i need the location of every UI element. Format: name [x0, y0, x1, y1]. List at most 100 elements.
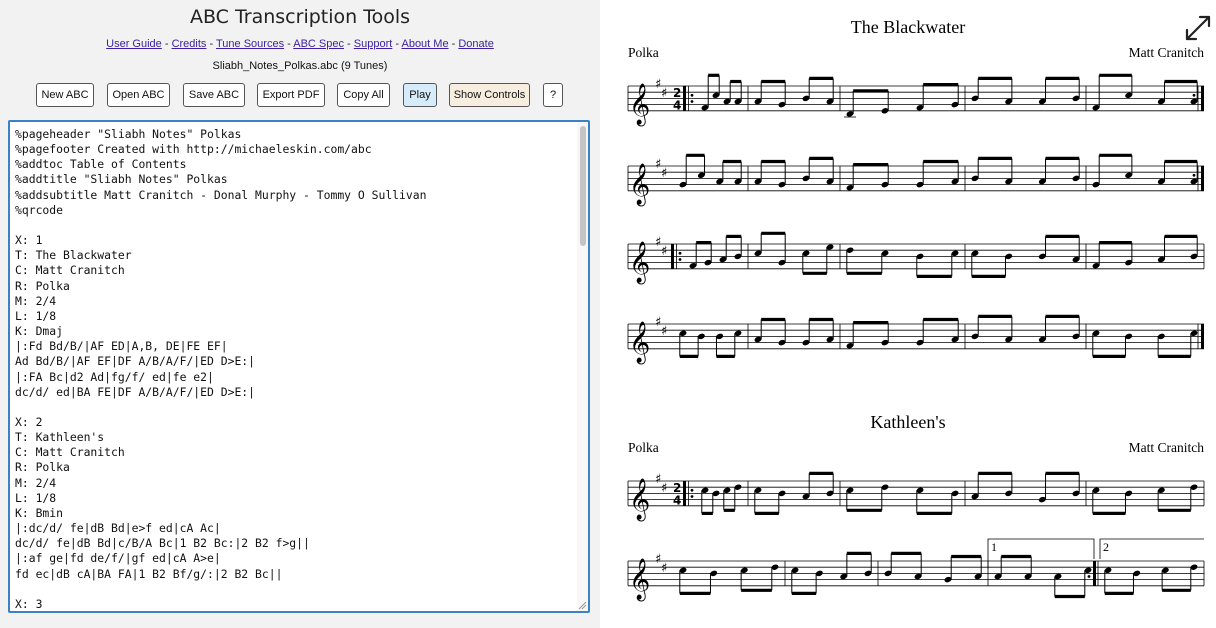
treble-clef-icon: 𝄞: [629, 241, 650, 284]
resize-grip-icon[interactable]: [577, 600, 587, 610]
nav-tune-sources[interactable]: Tune Sources: [216, 38, 284, 50]
editor-line: C: Matt Cranitch: [15, 445, 125, 460]
tune-composer: Matt Cranitch: [1128, 45, 1204, 60]
sharp-icon: ♯: [661, 166, 667, 181]
open-abc-button[interactable]: Open ABC: [107, 83, 170, 107]
treble-clef-icon: 𝄞: [629, 321, 650, 364]
repeat-bar-thick: [1093, 561, 1096, 586]
end-bar-thick: [1201, 324, 1204, 349]
abc-editor-content[interactable]: %pageheader "Sliabh Notes" Polkas %pagefo…: [15, 127, 574, 611]
treble-clef-icon: 𝄞: [629, 83, 650, 126]
score-panel: 𝄞 ♯ ♯ 2 4 𝄞 ♯ ♯ 𝄞 ♯ ♯ 𝄞 ♯ ♯ 𝄞 ♯ ♯ 2 4 𝄞 ♯ ♯ The Blackwater Po…: [600, 0, 1216, 628]
editor-line: %addtitle "Sliabh Notes" Polkas: [15, 172, 228, 187]
nav-user-guide[interactable]: User Guide: [106, 38, 162, 50]
end-bar-thick: [1201, 86, 1204, 111]
sharp-icon: ♯: [661, 561, 667, 576]
nav-links: User Guide - Credits - Tune Sources - AB…: [0, 38, 600, 50]
copy-all-button[interactable]: Copy All: [337, 83, 390, 107]
editor-line: |:dc/d/ fe|dB Bd|e>f ed|cA Ac|: [15, 521, 221, 536]
staff-system: 𝄞 ♯♯: [627, 314, 1204, 364]
app-title: ABC Transcription Tools: [189, 6, 411, 28]
editor-line: M: 2/4: [15, 293, 57, 308]
editor-line: T: Kathleen's: [15, 430, 105, 445]
editor-line: %qrcode: [15, 202, 64, 217]
help-button[interactable]: ?: [543, 83, 563, 107]
editor-line: |:FA Bc|d2 Ad|fg/f/ ed|fe e2|: [15, 369, 214, 384]
tune-title: The Blackwater: [850, 17, 966, 37]
sharp-icon: ♯: [661, 324, 667, 339]
expand-arrows-icon[interactable]: [1182, 12, 1214, 44]
end-bar-thick: [1201, 166, 1204, 191]
editor-panel: ABC Transcription Tools User Guide - Cre…: [0, 0, 600, 628]
repeat-bar-thick: [671, 244, 674, 269]
save-abc-button[interactable]: Save ABC: [183, 83, 245, 107]
editor-line: Ad Bd/B/|AF EF|DF A/B/A/F/|ED D>E:|: [15, 354, 256, 369]
tune-rhythm: Polka: [628, 45, 659, 60]
repeat-dot: [678, 258, 682, 261]
nav-abc-spec[interactable]: ABC Spec: [293, 38, 344, 50]
repeat-dot: [1192, 173, 1196, 177]
editor-line: X: 1: [15, 233, 43, 248]
editor-line: M: 2/4: [15, 475, 57, 490]
editor-line: X: 2: [15, 414, 43, 429]
nav-separator: -: [161, 38, 172, 50]
repeat-dot: [690, 100, 694, 103]
sharp-icon: ♯: [661, 86, 667, 101]
editor-line: K: Dmaj: [15, 324, 64, 339]
editor-line: %pagefooter Created with http://michaele…: [15, 142, 372, 157]
file-name-label: Sliabh_Notes_Polkas.abc (9 Tunes): [212, 60, 388, 72]
editor-line: L: 1/8: [15, 490, 57, 505]
editor-line: %pageheader "Sliabh Notes" Polkas: [15, 127, 242, 141]
editor-line: L: 1/8: [15, 308, 57, 323]
nav-separator: -: [284, 38, 294, 50]
editor-line: K: Bmin: [15, 505, 64, 520]
repeat-dot: [690, 93, 694, 97]
nav-credits[interactable]: Credits: [172, 38, 207, 50]
first-ending-label: 1: [991, 540, 997, 554]
editor-line: C: Matt Cranitch: [15, 263, 125, 278]
second-ending-label: 2: [1103, 540, 1109, 554]
tune-title: Kathleen's: [870, 412, 946, 432]
staff-system: 𝄞 ♯♯ 24: [627, 73, 1204, 126]
new-abc-button[interactable]: New ABC: [36, 83, 94, 107]
repeat-bar-thick: [683, 481, 686, 506]
export-pdf-button[interactable]: Export PDF: [257, 83, 325, 107]
sharp-icon: ♯: [661, 481, 667, 496]
staff-system: 𝄞 ♯♯: [627, 153, 1204, 206]
scrollbar-thumb[interactable]: [580, 126, 586, 246]
staff-system: 𝄞 ♯♯ 24: [627, 471, 1205, 521]
treble-clef-icon: 𝄞: [629, 558, 650, 601]
editor-line: X: 3: [15, 596, 43, 611]
repeat-dot: [690, 495, 694, 498]
repeat-bar-thick: [683, 86, 686, 111]
editor-line: fd ec|dB cA|BA FA|1 B2 Bf/g/:|2 B2 Bc||: [15, 566, 283, 581]
repeat-dot: [690, 488, 694, 492]
repeat-dot: [1087, 575, 1091, 578]
time-signature-bottom: 4: [673, 494, 681, 508]
music-notation: 𝄞 ♯♯ 24𝄞 ♯♯𝄞 ♯♯𝄞 ♯♯𝄞 ♯♯ 24𝄞 ♯♯: [627, 73, 1205, 601]
tune-rhythm: Polka: [628, 440, 659, 455]
repeat-dot: [678, 251, 682, 255]
editor-line: T: The Blackwater: [15, 248, 132, 263]
nav-support[interactable]: Support: [354, 38, 393, 50]
tune-composer: Matt Cranitch: [1128, 440, 1204, 455]
editor-line: dc/d/ fe|dB Bd|c/B/A Bc|1 B2 Bc:|2 B2 f>…: [15, 536, 310, 551]
staff-system: 𝄞 ♯♯: [627, 538, 1205, 601]
play-button[interactable]: Play: [403, 83, 437, 107]
nav-about-me[interactable]: About Me: [401, 38, 448, 50]
editor-line: %addsubtitle Matt Cranitch - Donal Murph…: [15, 187, 427, 202]
nav-separator: -: [448, 38, 459, 50]
show-controls-button[interactable]: Show Controls: [449, 83, 530, 107]
editor-line: %addtoc Table of Contents: [15, 157, 187, 172]
first-ending-bracket: [987, 538, 1095, 569]
abc-text-editor[interactable]: %pageheader "Sliabh Notes" Polkas %pagefo…: [8, 120, 590, 613]
repeat-dot: [1192, 93, 1196, 97]
editor-line: R: Polka: [15, 278, 70, 293]
nav-donate[interactable]: Donate: [458, 38, 493, 50]
second-ending-bracket: [1099, 538, 1204, 559]
editor-scrollbar[interactable]: [577, 122, 588, 611]
treble-clef-icon: 𝄞: [629, 163, 650, 206]
